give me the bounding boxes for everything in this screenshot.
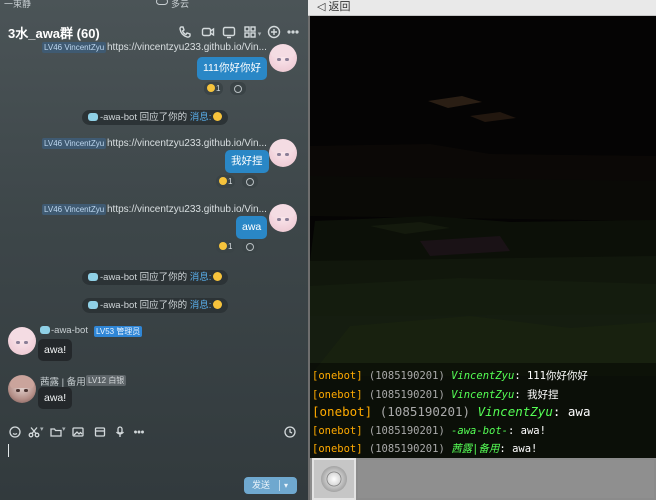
avatar[interactable] [8, 327, 36, 355]
smile-emoji-icon [213, 272, 223, 281]
smile-emoji-icon [207, 84, 215, 92]
folder-icon[interactable] [50, 425, 62, 437]
gallery-icon[interactable] [94, 425, 106, 437]
cloud-icon [156, 0, 168, 5]
message-bubble[interactable]: 我好捏 [225, 150, 269, 173]
message-list[interactable]: LV46 VincentZyu https://vincentzyu233.gi… [0, 40, 308, 420]
minecraft-window: ◁ 返回 [onebot] (1085190201) VincentZyu: 1… [308, 0, 656, 500]
avatar[interactable] [269, 204, 297, 232]
avatar[interactable] [269, 139, 297, 167]
avatar[interactable] [8, 375, 36, 403]
reaction-chip[interactable]: 1 [216, 240, 236, 253]
game-chat-line: [onebot] (1085190201) VincentZyu: awa [312, 404, 591, 419]
game-chat-line: [onebot] (1085190201) 茜露|备用: awa! [312, 443, 538, 455]
smile-emoji-icon [219, 177, 227, 185]
phone-icon[interactable] [178, 25, 192, 39]
send-button[interactable]: 发送 ▾ [244, 477, 297, 494]
sender-level-badge: LV46 VincentZyu [42, 138, 107, 149]
apps-icon[interactable] [243, 25, 257, 39]
bot-icon [88, 273, 98, 281]
message-bubble[interactable]: awa! [38, 339, 73, 361]
composer-toolbar: ▾ ▾ [0, 422, 308, 440]
sender-title: https://vincentzyu233.github.io/Vin... [107, 42, 267, 53]
bot-icon [88, 301, 98, 309]
reaction-count: 1 [228, 177, 233, 186]
chat-input-box[interactable] [358, 460, 654, 498]
system-notice: -awa-bot 回应了你的 消息: [82, 270, 229, 285]
message-link[interactable]: 消息: [190, 300, 212, 311]
message-link[interactable]: 消息: [190, 272, 212, 283]
game-chat-line: [onebot] (1085190201) -awa-bot-: awa! [312, 425, 546, 437]
system-notice: -awa-bot 回应了你的 消息: [82, 110, 229, 125]
back-button[interactable]: ◁ 返回 [317, 0, 351, 14]
sender-name: 茜露 | 备用 [40, 377, 86, 388]
add-icon[interactable] [267, 25, 281, 39]
status-left-text: 一束静 [4, 0, 32, 9]
video-call-icon[interactable] [201, 25, 215, 39]
message-bubble[interactable]: awa! [38, 387, 73, 409]
hotbar [310, 458, 656, 500]
emoji-icon[interactable] [9, 425, 21, 438]
sender-level-badge: LV46 VincentZyu [42, 204, 107, 215]
more-icon[interactable] [286, 25, 300, 39]
text-caret [8, 444, 9, 457]
sender-title: https://vincentzyu233.github.io/Vin... [107, 204, 267, 215]
message-bubble[interactable]: 111你好你好 [197, 57, 267, 80]
more-tools-icon[interactable] [133, 425, 145, 437]
screen-share-icon[interactable] [222, 25, 236, 39]
system-notice: -awa-bot 回应了你的 消息: [82, 298, 229, 313]
add-reaction-button[interactable] [242, 240, 258, 253]
smile-emoji-icon [213, 112, 223, 121]
sender-level-badge: LV12 白银 [86, 375, 127, 386]
sender-name: -awa-bot [40, 325, 88, 336]
add-reaction-button[interactable] [230, 82, 246, 95]
game-chat-line: [onebot] (1085190201) VincentZyu: 111你好你… [312, 370, 588, 382]
sender-title: https://vincentzyu233.github.io/Vin... [107, 138, 267, 149]
message-bubble[interactable]: awa [236, 216, 268, 239]
reaction-chip[interactable]: 1 [216, 175, 236, 188]
settings-gear-icon [321, 466, 347, 492]
smile-emoji-icon [219, 242, 227, 250]
sender-level-badge: LV46 VincentZyu [42, 42, 107, 53]
bot-icon [88, 113, 98, 121]
game-top-bar: ◁ 返回 [308, 0, 656, 16]
microphone-icon[interactable] [114, 425, 126, 437]
chat-window: 一束静 多云 3水_awa群 (60) ▾ LV46 VincentZyu ht… [0, 0, 308, 500]
bot-icon [40, 326, 50, 334]
send-label: 发送 [252, 480, 271, 490]
avatar[interactable] [269, 44, 297, 72]
reaction-count: 1 [228, 242, 233, 251]
reaction-chip[interactable]: 1 [204, 82, 224, 95]
message-input[interactable]: 发送 ▾ [0, 440, 308, 500]
sender-level-badge: LV53 管理员 [94, 326, 143, 337]
hotbar-slot[interactable] [312, 458, 356, 500]
game-chat-line: [onebot] (1085190201) VincentZyu: 我好捏 [312, 389, 559, 401]
status-strip: 一束静 多云 [0, 0, 308, 12]
send-options-chevron-icon[interactable]: ▾ [284, 477, 288, 494]
weather-text: 多云 [171, 0, 190, 9]
smile-emoji-icon [213, 300, 223, 309]
history-icon[interactable] [284, 425, 296, 438]
image-icon[interactable] [72, 425, 84, 437]
reaction-count: 1 [216, 84, 221, 93]
scissors-icon[interactable] [28, 425, 40, 438]
add-reaction-button[interactable] [242, 175, 258, 188]
message-link[interactable]: 消息: [190, 112, 212, 123]
